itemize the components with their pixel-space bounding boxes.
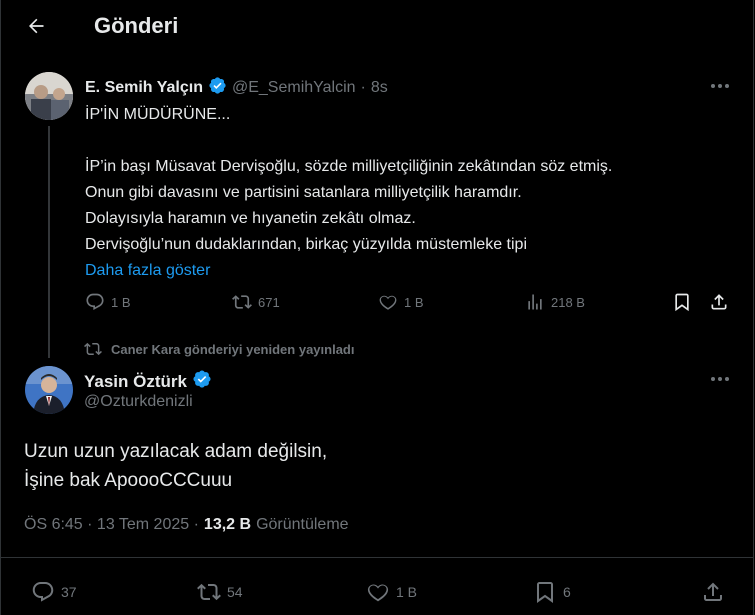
author-name[interactable]: Yasin Öztürk (84, 372, 187, 392)
repost-icon (232, 295, 252, 309)
reply-icon (32, 582, 54, 602)
reply-button[interactable]: 1 B (85, 292, 131, 312)
post-text-line: İP'İN MÜDÜRÜNE... (85, 106, 231, 123)
avatar-semih[interactable] (25, 72, 73, 120)
page-title: Gönderi (94, 13, 179, 38)
post-text-line: Onun gibi davasını ve partisini satanlar… (85, 184, 522, 201)
like-count: 1 B (404, 294, 424, 310)
repost-icon (84, 342, 102, 356)
verified-badge-icon (192, 369, 212, 394)
heart-icon (367, 584, 389, 602)
bookmark-icon (537, 582, 553, 603)
avatar-yasin[interactable] (25, 366, 73, 414)
show-more-link[interactable]: Daha fazla göster (85, 258, 735, 284)
main-post-body: Uzun uzun yazılacak adam değilsin, İşine… (24, 437, 327, 495)
bookmark-count: 6 (563, 584, 571, 600)
repost-button[interactable]: 671 (232, 292, 280, 312)
main-post-header: Yasin Öztürk (84, 369, 212, 394)
divider (0, 557, 754, 558)
post-text-line: İP’in başı Müsavat Dervişoğlu, sözde mil… (85, 158, 613, 175)
reply-count: 37 (61, 584, 77, 600)
reply-icon (86, 293, 104, 311)
post-time[interactable]: 8s (371, 79, 388, 97)
post-meta: ÖS 6:45 · 13 Tem 2025 · 13,2 B Görüntüle… (24, 516, 349, 534)
post-text-line: Uzun uzun yazılacak adam değilsin, (24, 441, 328, 462)
reply-button[interactable]: 37 (31, 580, 77, 604)
back-arrow-icon[interactable] (22, 12, 50, 40)
quoted-post-body: İP'İN MÜDÜRÜNE... İP’in başı Müsavat Der… (85, 102, 735, 284)
quoted-post-header: E. Semih Yalçın @E_SemihYalcin · 8s (85, 76, 388, 100)
views-button[interactable]: 218 B (525, 292, 585, 312)
post-text-line: İşine bak ApoooCCCuuu (24, 470, 233, 491)
views-count: 218 B (551, 294, 585, 310)
verified-badge-icon (208, 76, 227, 100)
post-text-line: Dervişoğlu’nun dudaklarından, birkaç yüz… (85, 236, 527, 253)
post-timestamp[interactable]: ÖS 6:45 · 13 Tem 2025 · (24, 516, 199, 534)
post-text-line: Dolayısıyla haramın ve hıyanetin zekâtı … (85, 210, 416, 227)
bookmark-button[interactable]: 6 (533, 580, 571, 604)
reply-count: 1 B (111, 294, 131, 310)
like-button[interactable]: 1 B (378, 292, 424, 312)
like-count: 1 B (396, 584, 418, 600)
share-icon (704, 582, 722, 601)
separator-dot: · (360, 79, 366, 96)
author-handle[interactable]: @Ozturkdenizli (84, 393, 193, 411)
share-button[interactable] (709, 292, 729, 312)
more-options-icon[interactable] (711, 377, 729, 381)
views-label: Görüntüleme (256, 516, 349, 533)
author-name[interactable]: E. Semih Yalçın (85, 79, 203, 97)
thread-line (48, 126, 50, 358)
views-total: 13,2 B (203, 516, 252, 533)
post-text-line (85, 128, 735, 154)
share-icon (711, 294, 727, 310)
more-options-icon[interactable] (711, 84, 729, 88)
author-handle[interactable]: @E_SemihYalcin (232, 79, 356, 97)
heart-icon (379, 295, 397, 310)
repost-button[interactable]: 54 (197, 580, 243, 604)
page-header: Gönderi (0, 0, 754, 53)
repost-count: 54 (227, 584, 243, 600)
like-button[interactable]: 1 B (366, 580, 417, 604)
views-chart-icon (528, 294, 542, 310)
repost-note: Caner Kara gönderiyi yeniden yayınladı (84, 340, 354, 358)
bookmark-button[interactable] (672, 292, 692, 312)
share-button[interactable] (701, 580, 725, 604)
bookmark-icon (675, 293, 689, 312)
repost-icon (197, 583, 221, 601)
repost-count: 671 (258, 294, 280, 310)
repost-note-text[interactable]: Caner Kara gönderiyi yeniden yayınladı (111, 342, 354, 357)
